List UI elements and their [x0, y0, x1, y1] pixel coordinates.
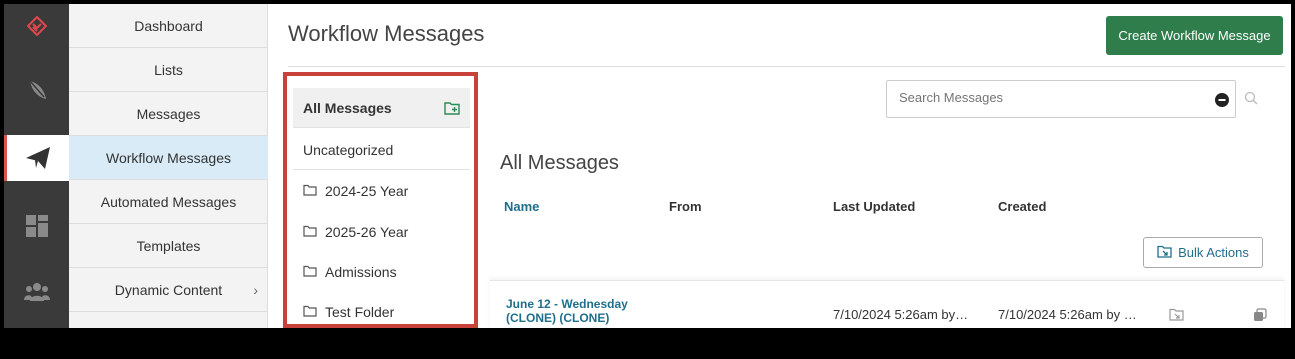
sidebar-item-label: Dynamic Content [114, 281, 223, 298]
sidebar-item-workflow-messages[interactable]: Workflow Messages [69, 136, 268, 180]
folder-item[interactable]: 2025-26 Year [293, 212, 470, 252]
sidebar-item-label: Messages [136, 105, 201, 122]
message-created: 7/10/2024 5:26am by … [998, 307, 1137, 322]
search-icon[interactable] [1244, 91, 1258, 110]
sidebar-item-label: Automated Messages [100, 193, 237, 210]
rail-item-people[interactable] [4, 270, 69, 314]
sidebar-nav: Dashboard Lists Messages Workflow Messag… [69, 4, 268, 328]
sidebar-item-label: Dashboard [134, 17, 203, 34]
message-name-line: (CLONE) (CLONE) [506, 311, 610, 325]
folder-label: 2025-26 Year [325, 224, 409, 240]
sidebar-item-label: Templates [136, 237, 201, 254]
sidebar-item-dynamic-content[interactable]: Dynamic Content › [69, 268, 268, 312]
sidebar-item-label: Lists [154, 61, 183, 78]
table-row[interactable]: June 12 - Wednesday (CLONE) (CLONE) 7/10… [490, 280, 1284, 328]
sidebar-item-more[interactable] [69, 312, 268, 328]
feather-icon [28, 80, 46, 99]
copy-icon[interactable] [1253, 308, 1267, 327]
bulk-actions-button[interactable]: Bulk Actions [1143, 237, 1263, 268]
bulk-actions-icon [1157, 245, 1172, 261]
column-header-created: Created [998, 199, 1047, 214]
paper-plane-icon [26, 147, 50, 169]
rail-item-compose[interactable] [4, 68, 69, 112]
bulk-actions-label: Bulk Actions [1178, 245, 1249, 260]
rail-item-messaging[interactable] [4, 135, 69, 181]
column-header-from: From [669, 199, 702, 214]
clear-search-icon[interactable] [1215, 93, 1229, 112]
icon-rail [4, 4, 69, 328]
sidebar-item-messages[interactable]: Messages [69, 92, 268, 136]
folder-icon [303, 183, 317, 199]
folder-icon [303, 224, 317, 240]
folder-item[interactable]: Admissions [293, 252, 470, 292]
sidebar-item-dashboard[interactable]: Dashboard [69, 4, 268, 48]
folder-all-messages[interactable]: All Messages [293, 88, 470, 128]
column-header-last-updated: Last Updated [833, 199, 916, 214]
folder-icon [303, 264, 317, 280]
search-box [886, 80, 1236, 118]
page-title: Workflow Messages [288, 21, 485, 46]
section-title: All Messages [500, 152, 619, 174]
folder-icon [303, 304, 317, 320]
message-name-line: June 12 - Wednesday [506, 297, 628, 311]
rail-logo[interactable] [4, 4, 69, 48]
folder-label: Admissions [325, 264, 397, 280]
people-group-icon [23, 283, 50, 301]
logo-icon [26, 16, 47, 36]
app-window: Dashboard Lists Messages Workflow Messag… [4, 4, 1291, 328]
message-last-updated: 7/10/2024 5:26am by… [833, 307, 969, 322]
folder-label: All Messages [303, 99, 392, 116]
chevron-right-icon: › [253, 281, 258, 298]
folder-panel: All Messages Uncategorized 2024-25 Year … [283, 72, 478, 328]
folder-label: Uncategorized [303, 141, 394, 158]
sidebar-item-automated-messages[interactable]: Automated Messages [69, 180, 268, 224]
search-input[interactable] [899, 90, 1199, 105]
folder-label: 2024-25 Year [325, 183, 409, 199]
column-header-name[interactable]: Name [504, 199, 539, 214]
sidebar-item-label: Workflow Messages [105, 149, 231, 166]
rail-item-dashboard[interactable] [4, 204, 69, 248]
message-name-link[interactable]: June 12 - Wednesday (CLONE) (CLONE) [506, 297, 666, 325]
divider [288, 66, 1285, 67]
sidebar-item-templates[interactable]: Templates [69, 224, 268, 268]
move-to-folder-icon[interactable] [1169, 308, 1184, 326]
folder-item[interactable]: 2024-25 Year [293, 171, 470, 211]
sidebar-item-lists[interactable]: Lists [69, 48, 268, 92]
dashboard-tiles-icon [25, 215, 48, 237]
folder-item[interactable]: Test Folder [293, 292, 470, 328]
folder-uncategorized[interactable]: Uncategorized [293, 130, 470, 170]
add-folder-icon[interactable] [444, 101, 460, 118]
main-content: Workflow Messages Create Workflow Messag… [268, 4, 1291, 328]
create-workflow-message-button[interactable]: Create Workflow Message [1106, 16, 1283, 55]
folder-label: Test Folder [325, 304, 395, 320]
